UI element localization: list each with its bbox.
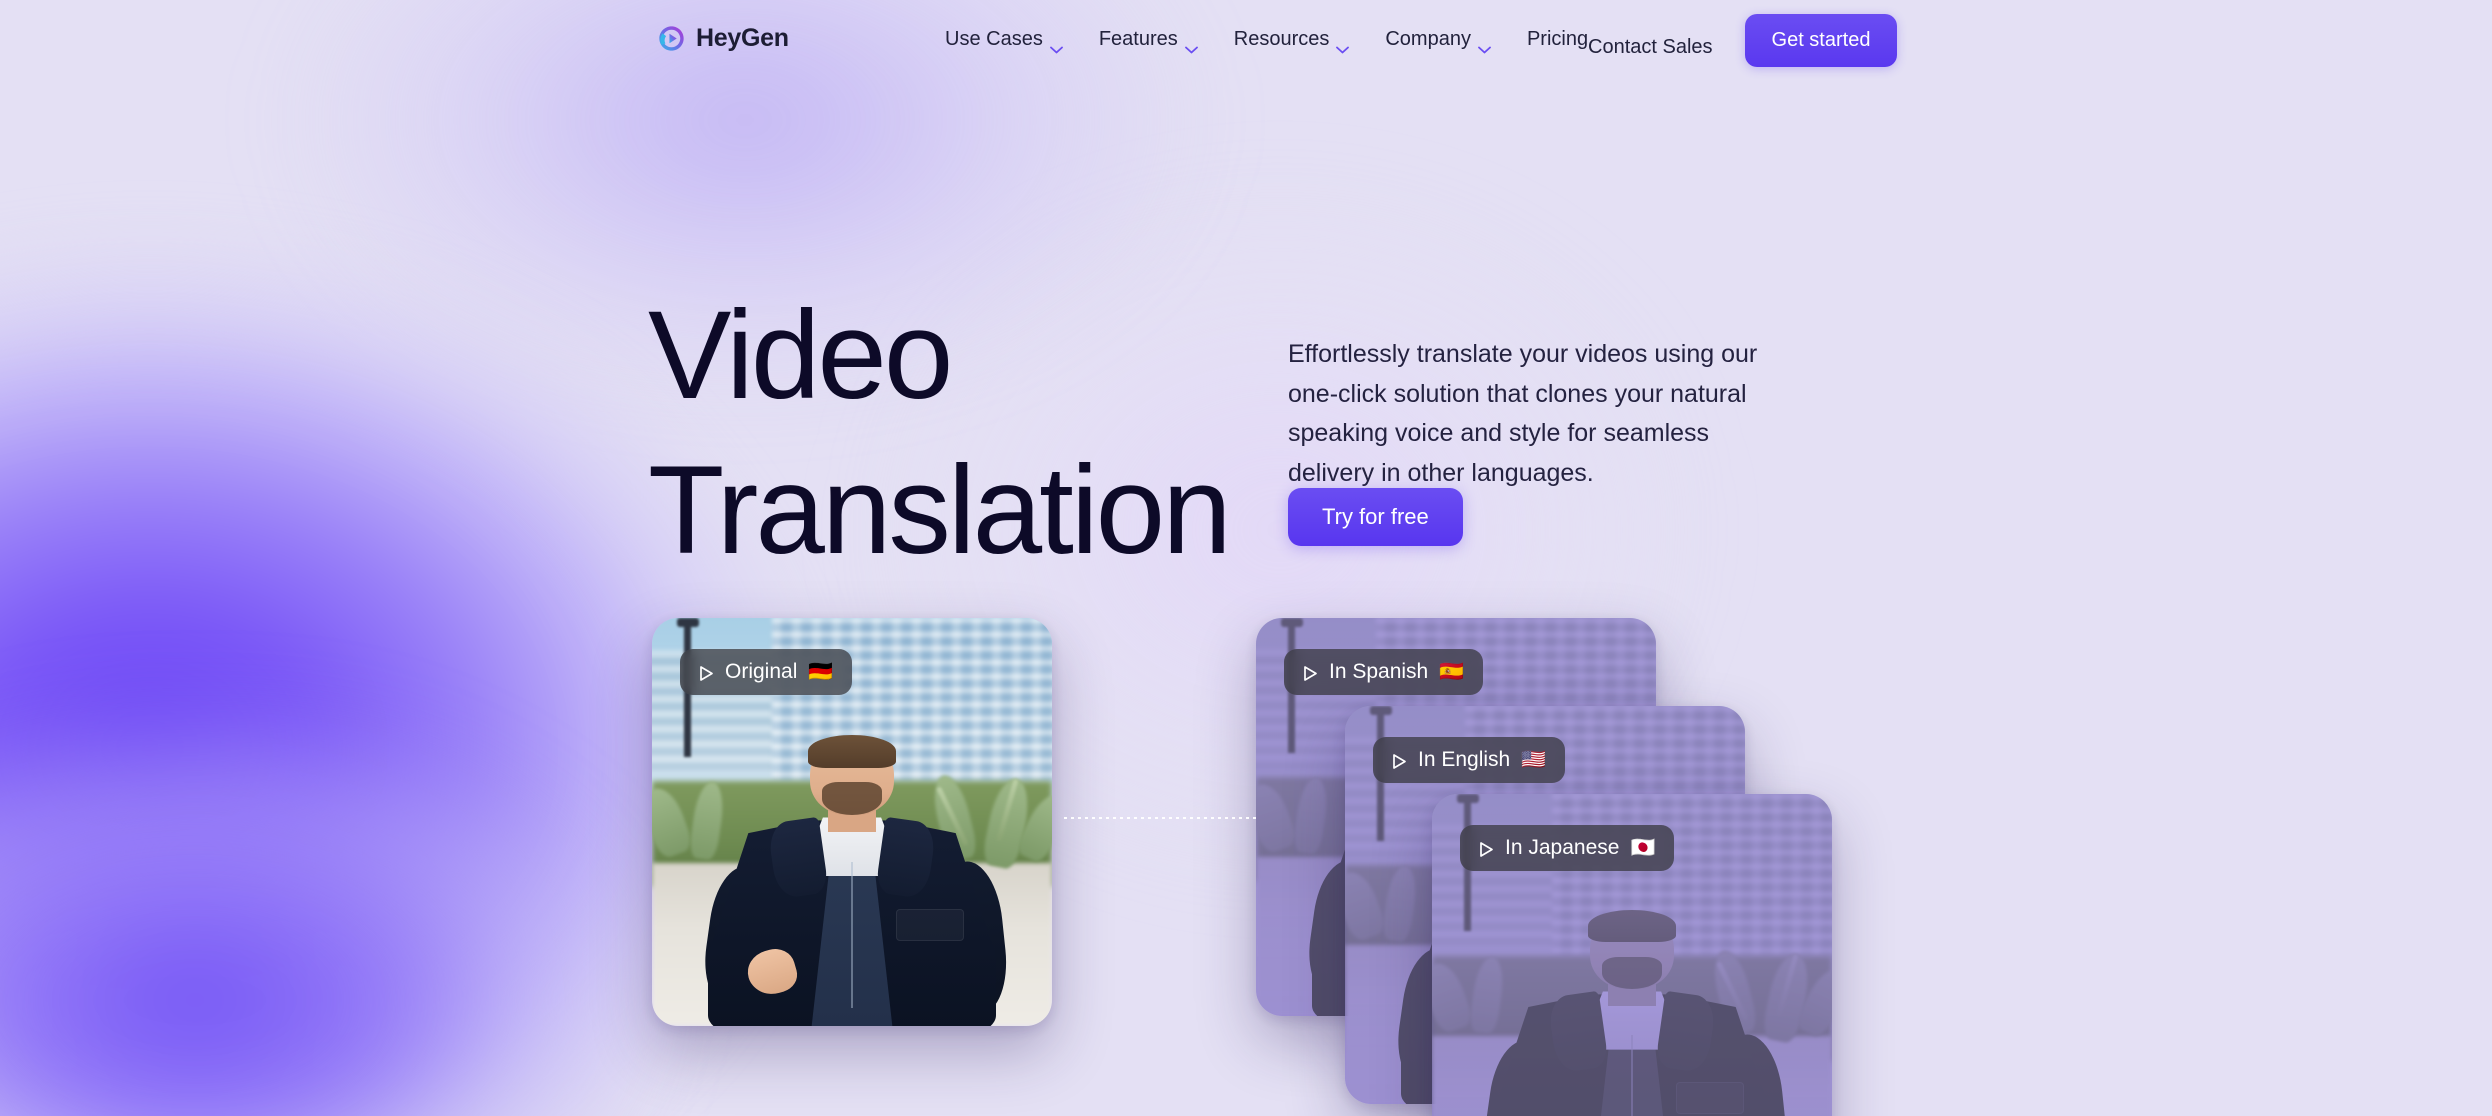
- video-label-english[interactable]: In English 🇺🇸: [1373, 737, 1566, 783]
- chevron-down-icon: [1184, 37, 1198, 53]
- video-label-text: In Japanese: [1505, 836, 1620, 859]
- try-for-free-button[interactable]: Try for free: [1288, 488, 1463, 546]
- page-title: Video Translation: [648, 278, 1232, 588]
- hero-title-line-2: Translation: [648, 441, 1232, 580]
- flag-icon-jp: 🇯🇵: [1630, 837, 1656, 859]
- nav-item-features[interactable]: Features: [1098, 28, 1198, 53]
- nav-item-label: Pricing: [1526, 28, 1589, 50]
- hero-description: Effortlessly translate your videos using…: [1288, 340, 1758, 487]
- get-started-button[interactable]: Get started: [1744, 14, 1898, 67]
- video-card-japanese[interactable]: In Japanese 🇯🇵: [1432, 794, 1832, 1116]
- heygen-play-logo-icon: [658, 25, 685, 52]
- play-triangle-icon: [699, 664, 714, 681]
- contact-sales-link[interactable]: Contact Sales: [1588, 36, 1713, 59]
- nav-item-use-cases[interactable]: Use Cases: [945, 28, 1063, 53]
- main-navigation: Use Cases Features Resources Company Pri: [945, 28, 1588, 53]
- video-label-text: In Spanish: [1329, 660, 1429, 683]
- nav-item-label: Company: [1385, 28, 1471, 50]
- brand-name: HeyGen: [696, 24, 789, 52]
- video-label-text: In English: [1418, 748, 1511, 771]
- video-label-spanish[interactable]: In Spanish 🇪🇸: [1284, 649, 1484, 695]
- chevron-down-icon: [1049, 37, 1063, 53]
- nav-item-label: Features: [1098, 28, 1178, 50]
- background-gradient: [0, 0, 2492, 1116]
- connector-line: [1064, 817, 1260, 819]
- nav-item-label: Resources: [1233, 28, 1330, 50]
- nav-item-company[interactable]: Company: [1385, 28, 1491, 53]
- site-header: HeyGen Use Cases Features Resources Comp…: [0, 0, 2492, 82]
- play-triangle-icon: [1479, 840, 1494, 857]
- brand-logo[interactable]: HeyGen: [658, 24, 789, 53]
- flag-icon-de: 🇩🇪: [808, 661, 834, 683]
- video-label-text: Original: [725, 660, 798, 683]
- video-label-original[interactable]: Original 🇩🇪: [680, 649, 853, 695]
- hero-title-line-1: Video: [648, 286, 953, 425]
- play-triangle-icon: [1392, 752, 1407, 769]
- flag-icon-es: 🇪🇸: [1439, 661, 1465, 683]
- chevron-down-icon: [1478, 37, 1491, 53]
- chevron-down-icon: [1336, 37, 1350, 53]
- video-label-japanese[interactable]: In Japanese 🇯🇵: [1460, 825, 1675, 871]
- video-card-original[interactable]: Original 🇩🇪: [652, 618, 1052, 1026]
- nav-item-label: Use Cases: [945, 28, 1043, 50]
- nav-item-resources[interactable]: Resources: [1233, 28, 1350, 53]
- header-actions: Contact Sales Get started: [1588, 14, 1898, 67]
- play-triangle-icon: [1303, 664, 1318, 681]
- flag-icon-us: 🇺🇸: [1521, 749, 1547, 771]
- nav-item-pricing[interactable]: Pricing: [1527, 28, 1588, 51]
